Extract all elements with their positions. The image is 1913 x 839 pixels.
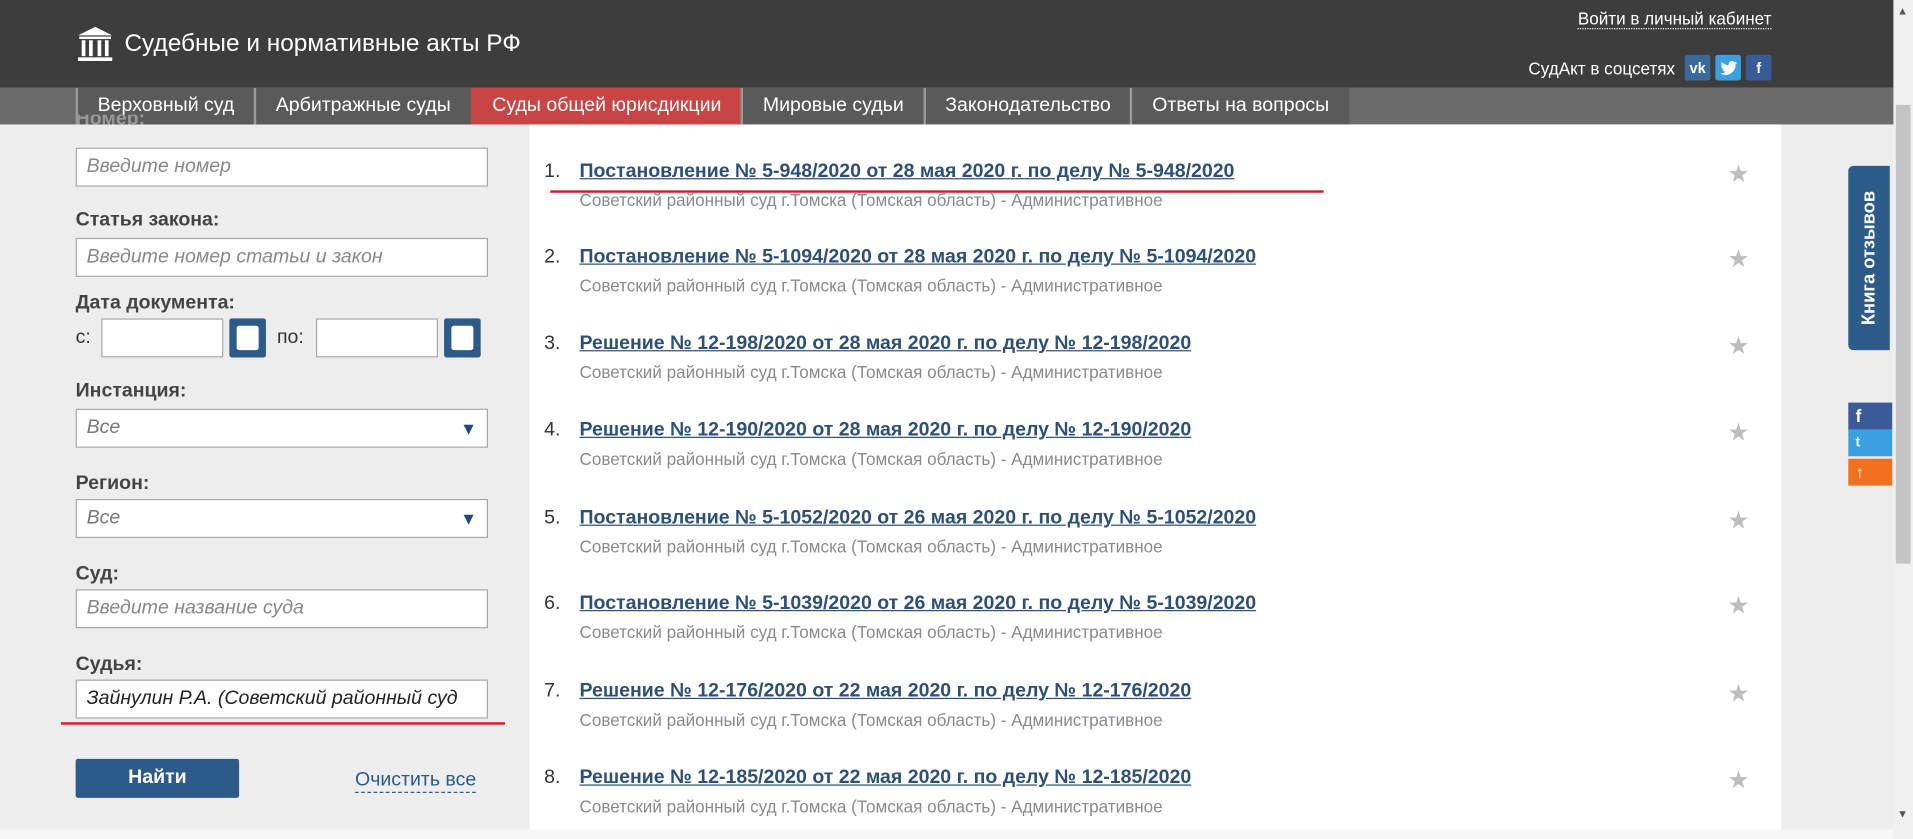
result-number: 3.	[544, 333, 561, 354]
login-link[interactable]: Войти в личный кабинет	[1577, 9, 1772, 30]
result-court: Советский районный суд г.Томска (Томская…	[579, 362, 1163, 382]
result-number: 4.	[544, 419, 561, 441]
number-label: Номер:	[76, 115, 491, 125]
page-bottom	[0, 829, 1894, 839]
tab-label: Мировые судьи	[762, 95, 904, 116]
region-value: Все	[86, 507, 121, 529]
tab-general-courts[interactable]: Суды общей юрисдикции	[470, 87, 741, 125]
calendar-to-button[interactable]	[444, 318, 481, 358]
feedback-book-tab[interactable]: Книга отзывов	[1848, 165, 1890, 351]
law-label: Статья закона:	[75, 209, 220, 231]
site-title: Судебные и нормативные акты РФ	[124, 30, 521, 58]
dropdown-arrow-icon: ▼	[460, 418, 478, 438]
star-icon[interactable]: ★	[1728, 244, 1750, 275]
result-court: Советский районный суд г.Томска (Томская…	[579, 622, 1163, 642]
result-number: 2.	[544, 246, 561, 268]
star-icon[interactable]: ★	[1728, 417, 1750, 448]
number-placeholder: Введите номер	[86, 156, 231, 177]
tab-magistrates[interactable]: Мировые судьи	[740, 87, 924, 125]
result-title-link[interactable]: Постановление № 5-1094/2020 от 28 мая 20…	[580, 246, 1257, 268]
search-filters: Номер: Введите номер Статья закона: Введ…	[75, 115, 491, 719]
calendar-from-button[interactable]	[229, 318, 266, 358]
result-title-link[interactable]: Решение № 12-185/2020 от 22 мая 2020 г. …	[580, 767, 1192, 789]
result-title-link[interactable]: Решение № 12-176/2020 от 22 мая 2020 г. …	[580, 681, 1192, 703]
result-court: Советский районный суд г.Томска (Томская…	[579, 190, 1163, 210]
result-title-link[interactable]: Постановление № 5-948/2020 от 28 мая 202…	[580, 161, 1235, 183]
scrollbar-thumb[interactable]	[1895, 104, 1911, 564]
instance-select[interactable]: Все ▼	[75, 408, 488, 448]
result-court: Советский районный суд г.Томска (Томская…	[579, 536, 1163, 557]
share-up-arrow-icon[interactable]: ↑	[1848, 458, 1893, 486]
judge-input[interactable]: Зайнулин Р.А. (Советский районный суд	[75, 679, 488, 719]
site-header: Судебные и нормативные акты РФ Войти в л…	[0, 0, 1894, 88]
star-icon[interactable]: ★	[1728, 678, 1750, 709]
result-number: 8.	[544, 767, 561, 789]
tab-legislation[interactable]: Законодательство	[923, 87, 1131, 125]
site-logo[interactable]: Судебные и нормативные акты РФ	[76, 24, 521, 63]
date-to-label: по:	[276, 326, 304, 348]
result-title-link[interactable]: Постановление № 5-1052/2020 от 26 мая 20…	[580, 508, 1257, 530]
star-icon[interactable]: ★	[1728, 159, 1750, 190]
date-from-label: с:	[75, 326, 91, 348]
scroll-down-arrow-icon[interactable]: ▼	[1897, 808, 1908, 820]
court-placeholder: Введите название суда	[86, 597, 304, 619]
result-number: 7.	[544, 680, 561, 702]
law-input[interactable]: Введите номер статьи и закон	[75, 237, 488, 277]
dropdown-arrow-icon: ▼	[460, 508, 478, 529]
result-number: 1.	[544, 161, 561, 182]
calendar-icon	[236, 325, 259, 351]
law-placeholder: Введите номер статьи и закон	[86, 246, 383, 268]
tab-label: Суды общей юрисдикции	[492, 95, 722, 116]
result-title-link[interactable]: Решение № 12-198/2020 от 28 мая 2020 г. …	[580, 333, 1192, 355]
star-icon[interactable]: ★	[1728, 505, 1750, 536]
vk-icon[interactable]: vk	[1684, 54, 1711, 81]
result-court: Советский районный суд г.Томска (Томская…	[579, 275, 1163, 296]
date-range: с: по:	[75, 318, 491, 358]
star-icon[interactable]: ★	[1728, 590, 1750, 621]
instance-value: Все	[86, 417, 121, 438]
result-title-link[interactable]: Решение № 12-190/2020 от 28 мая 2020 г. …	[580, 420, 1192, 442]
tab-label: Ответы на вопросы	[1152, 95, 1330, 116]
social-label: СудАкт в соцсетях	[1528, 57, 1676, 78]
page-scrollbar[interactable]: ▲ ▼	[1893, 0, 1913, 839]
date-from-input[interactable]	[101, 318, 224, 358]
tab-answers[interactable]: Ответы на вопросы	[1130, 87, 1349, 125]
share-twitter-icon[interactable]: t	[1848, 429, 1893, 457]
tab-label: Законодательство	[945, 95, 1111, 116]
scroll-up-arrow-icon[interactable]: ▲	[1897, 5, 1908, 17]
result-title-link[interactable]: Постановление № 5-1039/2020 от 26 мая 20…	[580, 593, 1257, 615]
result-number: 6.	[544, 592, 561, 614]
instance-label: Инстанция:	[75, 380, 187, 402]
result-court: Советский районный суд г.Томска (Томская…	[579, 448, 1163, 469]
result-court: Советский районный суд г.Томска (Томская…	[579, 710, 1163, 730]
number-input[interactable]: Введите номер	[75, 147, 488, 187]
date-to-input[interactable]	[315, 318, 438, 358]
feedback-book-label: Книга отзывов	[1858, 190, 1880, 326]
judge-label: Судья:	[75, 653, 143, 675]
star-icon[interactable]: ★	[1728, 765, 1750, 796]
results-list: 1. Постановление № 5-948/2020 от 28 мая …	[529, 124, 1782, 839]
share-facebook-icon[interactable]: f	[1848, 402, 1893, 430]
highlight-underline	[550, 190, 1324, 193]
date-label: Дата документа:	[75, 292, 235, 314]
court-input[interactable]: Введите название суда	[75, 589, 488, 629]
region-select[interactable]: Все ▼	[75, 498, 488, 539]
clear-all-link[interactable]: Очистить все	[355, 770, 477, 793]
social-links: СудАкт в соцсетях vk f	[1528, 54, 1772, 81]
star-icon[interactable]: ★	[1728, 331, 1750, 362]
highlight-underline	[61, 722, 506, 725]
twitter-icon[interactable]	[1715, 54, 1741, 81]
facebook-icon[interactable]: f	[1745, 54, 1772, 81]
find-button[interactable]: Найти	[75, 758, 240, 798]
result-number: 5.	[544, 507, 561, 529]
result-court: Советский районный суд г.Томска (Томская…	[579, 796, 1163, 817]
region-label: Регион:	[75, 473, 150, 495]
courthouse-icon	[78, 26, 113, 61]
judge-value: Зайнулин Р.А. (Советский районный суд	[86, 688, 458, 709]
court-label: Суд:	[75, 563, 120, 585]
calendar-icon	[451, 325, 474, 351]
